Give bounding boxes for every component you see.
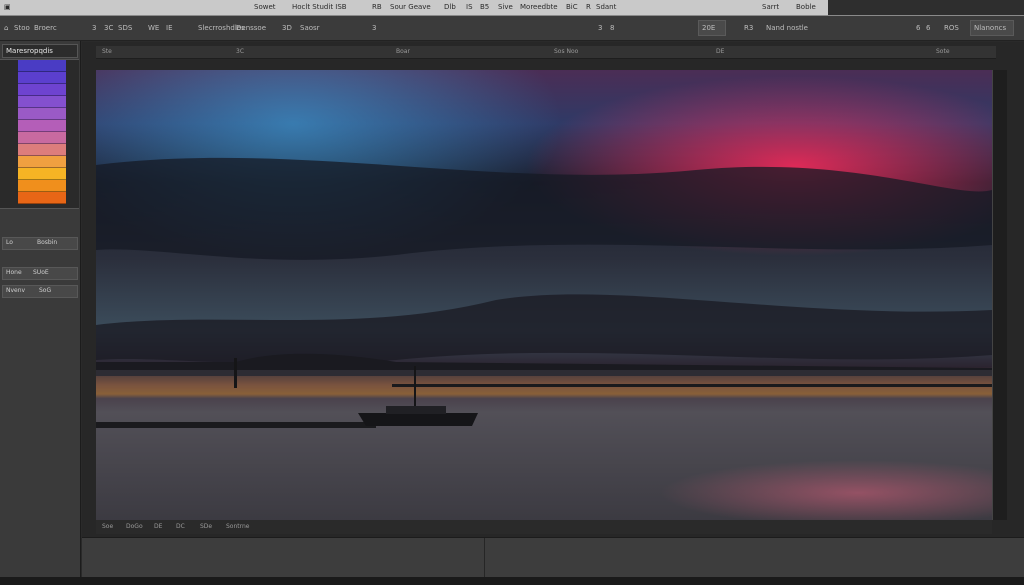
toolbar-item-5[interactable]: SDS [118,24,132,32]
ruler-label-5: DE [716,48,725,55]
top-ruler: Ste 3C Boar Sos Noo DE Sote [96,46,996,59]
status-item-5: SDe [200,523,213,530]
menu-item-10[interactable]: BiC [566,3,578,11]
panel-row-1[interactable]: Lo Bosbin [2,237,78,250]
panel-row-1-right: Bosbin [37,239,58,246]
toolbar-item-20[interactable]: ROS [944,24,959,32]
toolbar-item-1[interactable]: Stoo [14,24,30,32]
toolbar-item-15[interactable]: 20E [702,24,715,32]
color-swatch[interactable] [18,156,66,168]
toolbar-item-13[interactable]: 3 [598,24,602,32]
menu-item-6[interactable]: IS [466,3,473,11]
panel-row-2-right: SUoE [33,269,49,276]
menu-right-1[interactable]: Sarrt [762,3,779,11]
panel-row-3-right: SoG [39,287,52,294]
color-swatch[interactable] [18,144,66,156]
status-item-4: DC [176,523,185,530]
toolbar-item-6[interactable]: WE [148,24,159,32]
toolbar-home-icon[interactable]: ⌂ [4,24,8,32]
panel-row-2[interactable]: Hone SUoE [2,267,78,280]
status-item-3: DE [154,523,163,530]
left-panel: Maresropqdis Lo Bosbin Hone SUoE Nvenv S… [0,41,81,577]
status-item-6: Sontrne [226,523,250,530]
toolbar-item-7[interactable]: IE [166,24,173,32]
app-menu-icon[interactable]: ▣ [4,3,11,11]
color-swatch[interactable] [18,84,66,96]
ruler-label-6: Sote [936,48,950,55]
status-item-2: DoGo [126,523,143,530]
sunset-seascape-image [96,70,992,520]
menu-item-5[interactable]: Dlb [444,3,456,11]
toolbar-item-10[interactable]: 3D [282,24,292,32]
color-swatch[interactable] [18,96,66,108]
toolbar-item-21[interactable]: Nlanoncs [974,24,1006,32]
status-bar: Soe DoGo DE DC SDe Sontrne [96,520,992,534]
toolbar-item-18[interactable]: 6 [916,24,920,32]
color-swatch[interactable] [18,60,66,72]
status-item-1: Soe [102,523,114,530]
menu-item-11[interactable]: R [586,3,591,11]
color-swatch[interactable] [18,120,66,132]
color-swatch[interactable] [18,72,66,84]
menu-item-8[interactable]: Sive [498,3,513,11]
menu-item-1[interactable]: Sowet [254,3,276,11]
menu-item-7[interactable]: B5 [480,3,489,11]
bottom-panels [82,537,1024,578]
toolbar-item-3[interactable]: 3 [92,24,96,32]
toolbar-item-12[interactable]: 3 [372,24,376,32]
document-window: Ste 3C Boar Sos Noo DE Sote Soe DoGo DE … [82,42,1024,537]
toolbar-item-4[interactable]: 3C [104,24,113,32]
color-swatch[interactable] [18,180,66,192]
toolbar-item-2[interactable]: Broerc [34,24,57,32]
menu-bar-dark-area [828,0,1024,15]
color-swatch[interactable] [18,132,66,144]
toolbar-item-16[interactable]: R3 [744,24,753,32]
toolbar-item-11[interactable]: Saosr [300,24,320,32]
menu-item-12[interactable]: Sdant [596,3,616,11]
ruler-label-3: Boar [396,48,410,55]
toolbar-item-9[interactable]: Denssoe [236,24,266,32]
menu-item-9[interactable]: Moreedbte [520,3,558,11]
menu-bar: ▣ Sowet Hoclt Studit ISB RB Sour Geave D… [0,0,1024,16]
color-swatch[interactable] [18,108,66,120]
footer-strip [0,577,1024,585]
menu-item-2[interactable]: Hoclt Studit ISB [292,3,347,11]
menu-item-4[interactable]: Sour Geave [390,3,431,11]
panel-row-2-left: Hone [6,269,22,276]
panel-row-3[interactable]: Nvenv SoG [2,285,78,298]
color-swatch[interactable] [18,168,66,180]
swatches-panel [0,59,79,209]
panel-tab[interactable]: Maresropqdis [2,44,78,58]
ruler-label-2: 3C [236,48,245,55]
color-swatch[interactable] [18,192,66,204]
toolbar-item-17[interactable]: Nand nostle [766,24,808,32]
panel-row-1-left: Lo [6,239,13,246]
menu-right-2[interactable]: Boble [796,3,816,11]
bottom-divider [484,538,485,578]
image-canvas[interactable] [96,70,992,520]
swatch-column [18,60,66,208]
panel-tab-label: Maresropqdis [6,47,53,55]
vertical-scrollbar[interactable] [992,70,1007,520]
panel-row-3-left: Nvenv [6,287,26,294]
options-toolbar: ⌂ Stoo Broerc 3 3C SDS WE IE Slecrroshdl… [0,16,1024,41]
ruler-label-4: Sos Noo [554,48,579,55]
ruler-label-1: Ste [102,48,112,55]
toolbar-item-19[interactable]: 6 [926,24,930,32]
menu-item-3[interactable]: RB [372,3,382,11]
toolbar-item-14[interactable]: 8 [610,24,614,32]
